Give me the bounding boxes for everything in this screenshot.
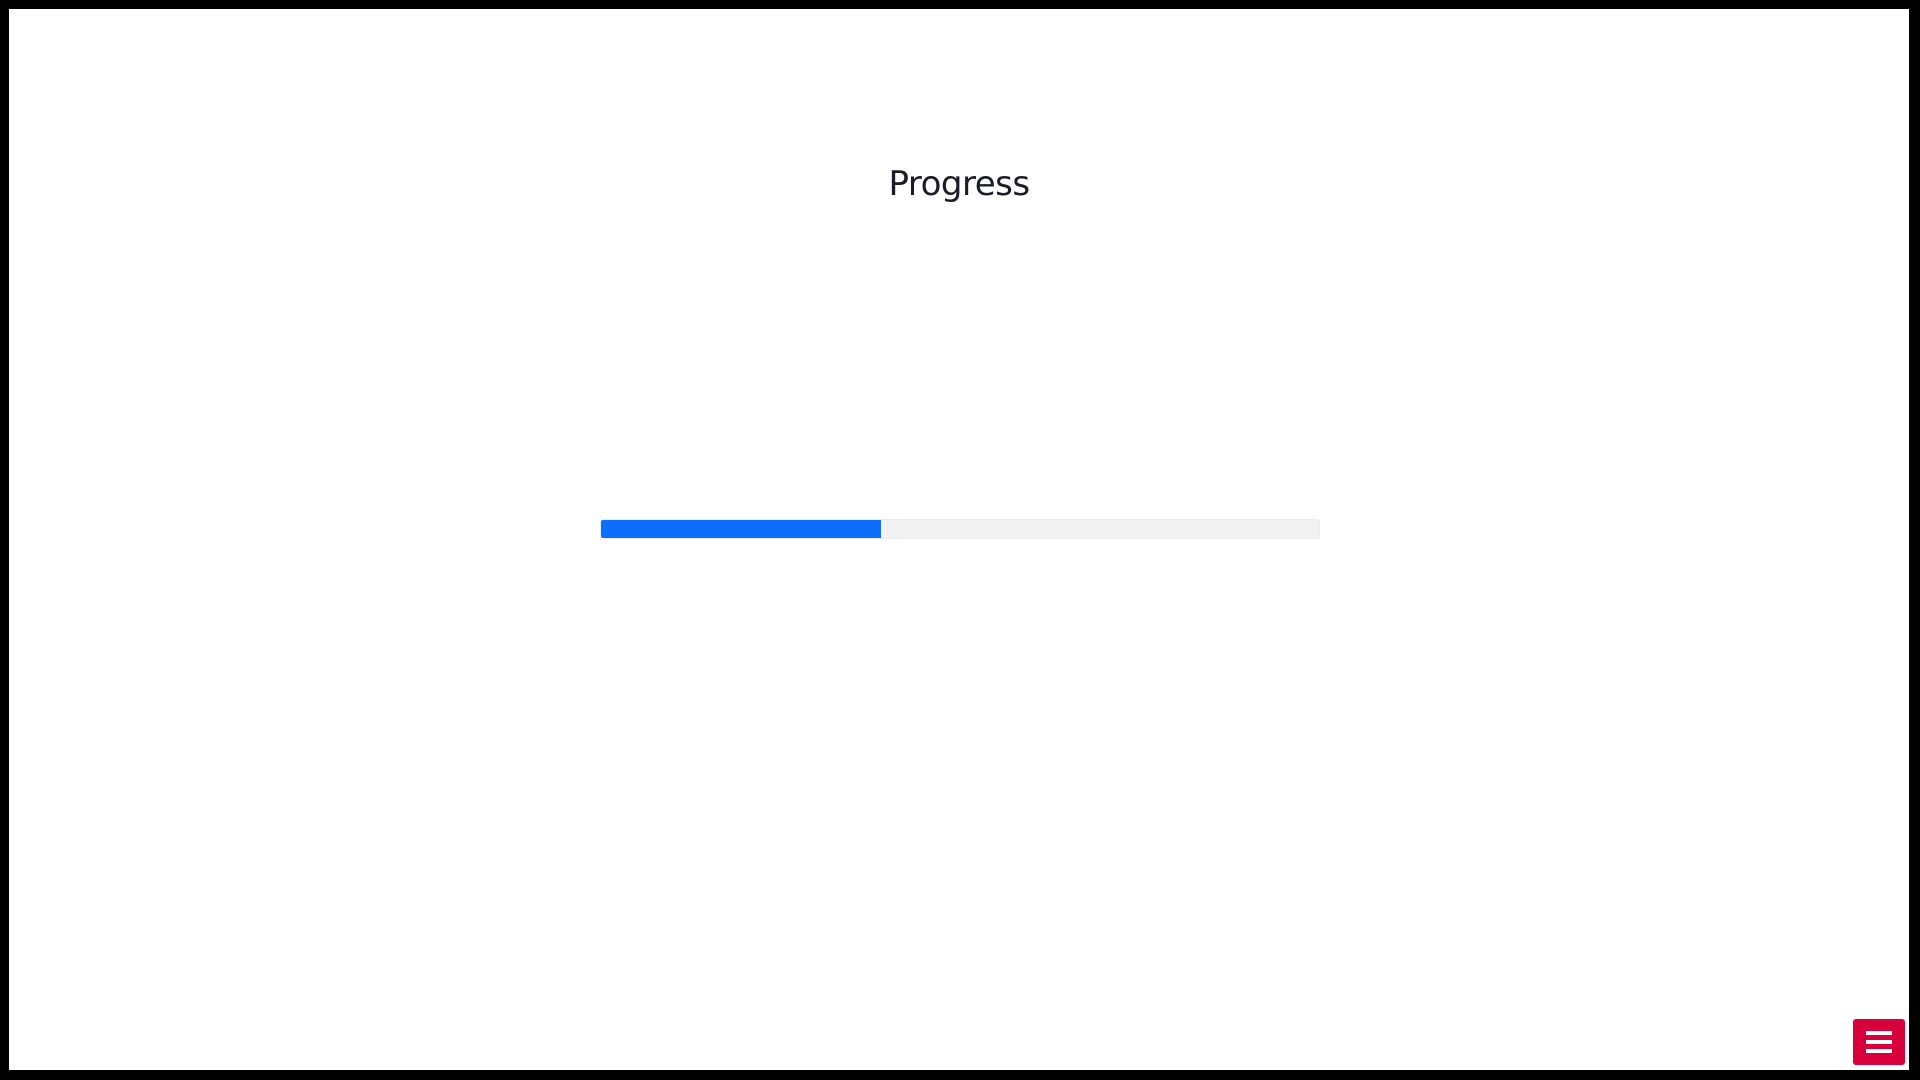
page-frame: Progress	[9, 9, 1909, 1070]
progress-bar	[600, 519, 1320, 539]
progress-bar-fill	[601, 520, 882, 538]
menu-button[interactable]	[1853, 1019, 1905, 1065]
page-title: Progress	[888, 164, 1030, 204]
hamburger-menu-icon	[1866, 1031, 1892, 1053]
